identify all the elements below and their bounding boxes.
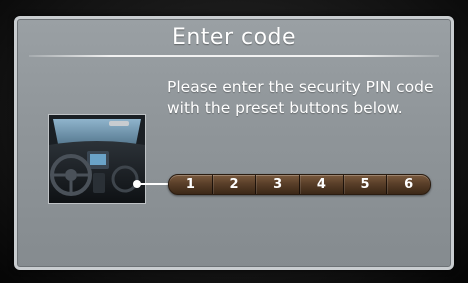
- preset-button-2[interactable]: 2: [211, 175, 256, 194]
- preset-button-6[interactable]: 6: [386, 175, 430, 194]
- enter-code-dialog: Enter code Please enter the security PIN…: [14, 16, 454, 270]
- preset-buttons-bar: 1 2 3 4 5 6: [168, 174, 431, 195]
- instruction-text: Please enter the security PIN code with …: [167, 78, 434, 117]
- dialog-title: Enter code: [171, 25, 297, 50]
- preset-button-1[interactable]: 1: [169, 175, 212, 194]
- dashboard-illustration: [48, 114, 146, 204]
- preset-button-3[interactable]: 3: [255, 175, 299, 194]
- preset-button-4[interactable]: 4: [299, 175, 343, 194]
- callout-line: [135, 183, 171, 185]
- title-divider: [29, 55, 439, 57]
- preset-button-5[interactable]: 5: [342, 175, 387, 194]
